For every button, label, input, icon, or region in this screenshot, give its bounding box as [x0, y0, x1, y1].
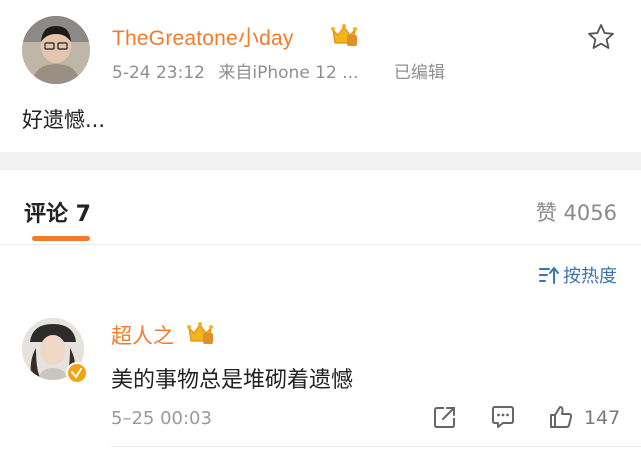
tab-comments[interactable]: 评论 7 [24, 196, 91, 228]
sort-label: 按热度 [563, 266, 617, 287]
edited-label[interactable]: 已编辑 [394, 63, 445, 83]
sort-by-hot-button[interactable]: 按热度 [537, 262, 617, 288]
favorite-star-icon[interactable] [586, 22, 616, 52]
comment-text: 美的事物总是堆砌着遗憾 [111, 368, 354, 393]
like-thumb-icon[interactable] [548, 404, 574, 430]
post-body: 好遗憾... [22, 108, 106, 132]
post-meta: 5-24 23:12 来自iPhone 12 ... 已编辑 [112, 58, 445, 83]
repost-icon[interactable] [432, 404, 458, 430]
author-name[interactable]: TheGreatone小day [112, 22, 294, 52]
divider [111, 446, 641, 447]
post-source: 来自iPhone 12 ... [218, 63, 359, 83]
vip-crown-icon [187, 322, 213, 344]
reply-icon[interactable] [490, 404, 516, 430]
divider [0, 244, 641, 245]
tab-likes[interactable]: 赞 4056 [536, 197, 617, 227]
author-avatar[interactable] [22, 16, 90, 84]
post-time: 5-24 23:12 [112, 63, 205, 83]
like-count: 147 [584, 407, 621, 429]
active-tab-indicator [32, 236, 90, 241]
sort-icon [539, 267, 559, 284]
section-divider [0, 152, 641, 170]
commenter-name[interactable]: 超人之 [111, 320, 174, 350]
comment-time: 5–25 00:03 [111, 408, 212, 429]
verified-badge-icon [66, 362, 88, 384]
post-header: TheGreatone小day 5-24 23:12 来自iPhone 12 .… [0, 0, 641, 152]
vip-crown-icon [331, 24, 357, 46]
